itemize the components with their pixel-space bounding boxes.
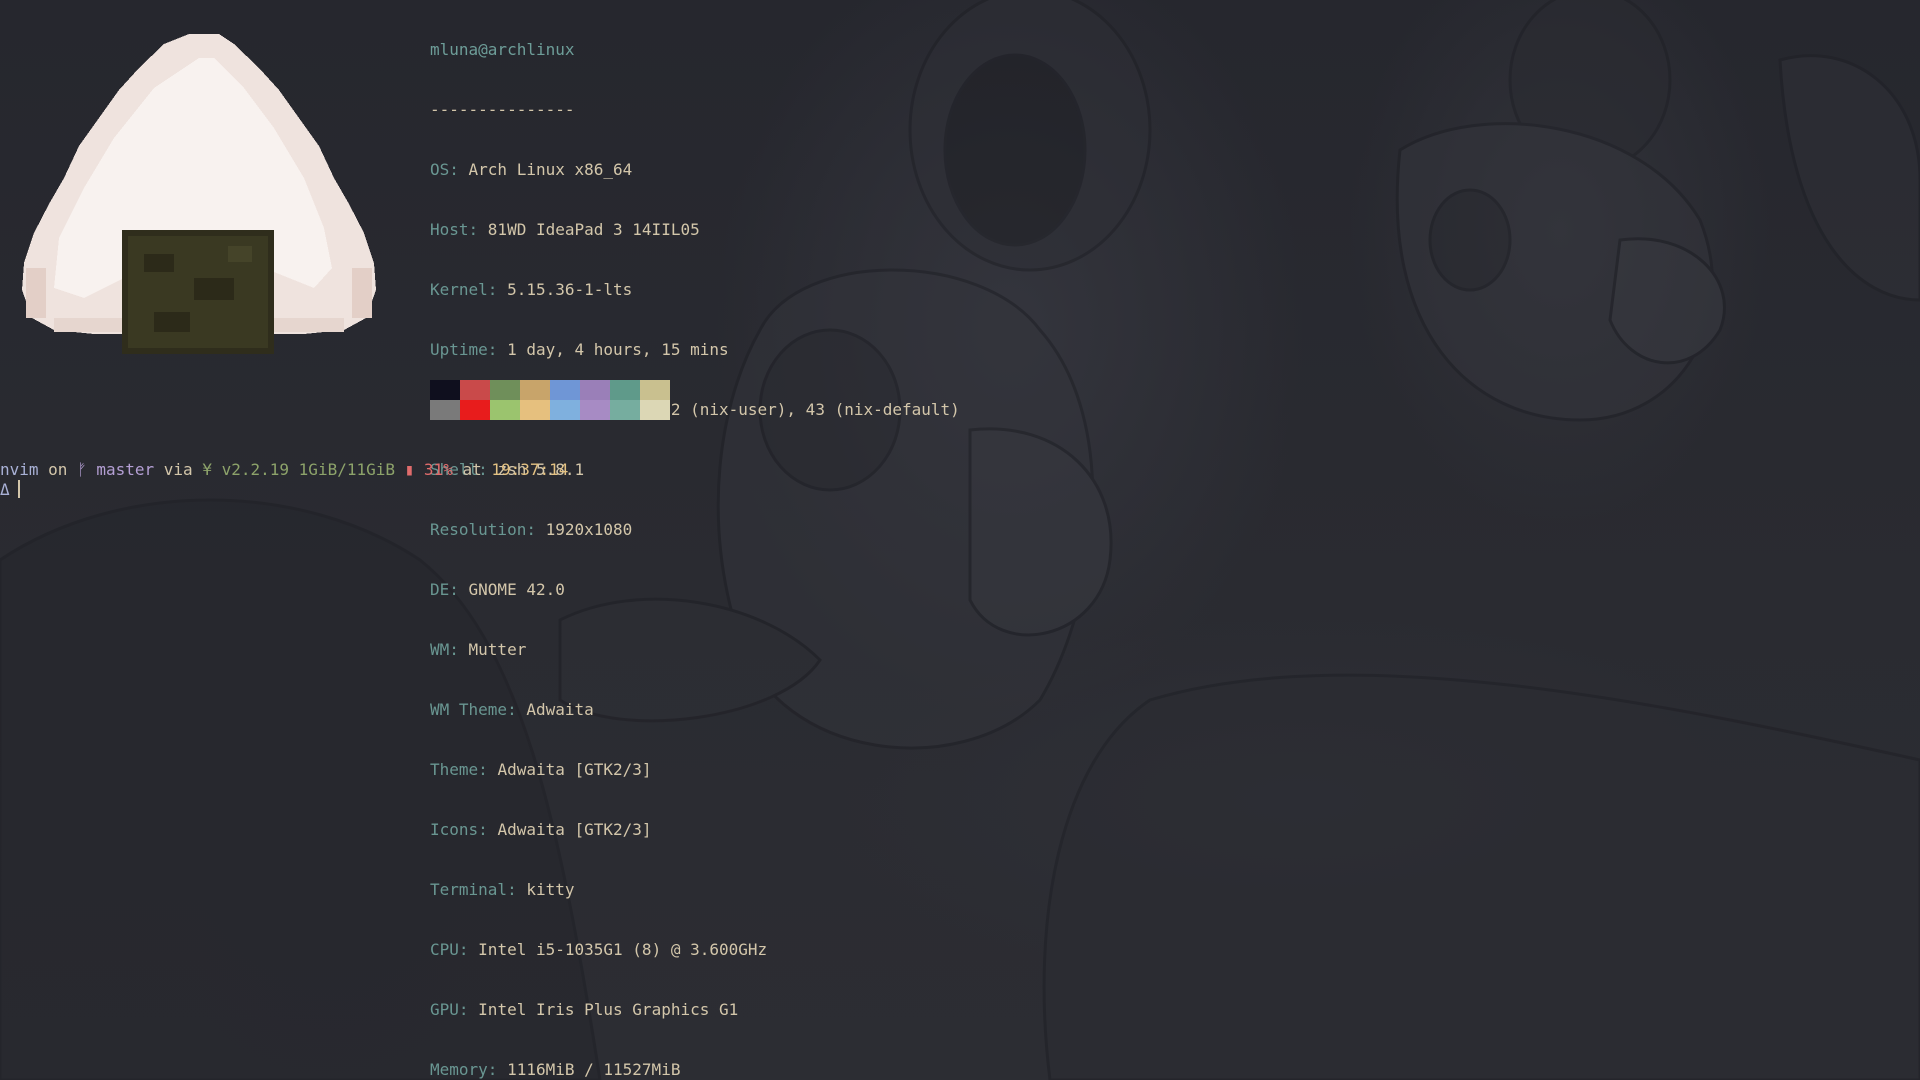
palette-swatch	[550, 380, 580, 400]
info-row-kernel: Kernel: 5.15.36-1-lts	[430, 280, 633, 299]
palette-row-normal	[430, 380, 670, 400]
prompt-time: 19:37:14	[491, 460, 569, 479]
info-row-de: DE: GNOME 42.0	[430, 580, 565, 599]
info-key: DE	[430, 580, 450, 599]
palette-swatch	[610, 400, 640, 420]
prompt-battery: 31%	[423, 460, 453, 479]
info-key: Terminal	[430, 880, 508, 899]
info-row-gpu: GPU: Intel Iris Plus Graphics G1	[430, 1000, 739, 1019]
battery-icon: ▮	[404, 460, 415, 479]
info-key: Kernel	[430, 280, 488, 299]
palette-swatch	[520, 400, 550, 420]
info-value: 5.15.36-1-lts	[507, 280, 633, 299]
info-key: Icons	[430, 820, 479, 839]
info-value: 81WD IdeaPad 3 14IIL05	[487, 220, 700, 239]
palette-swatch	[640, 400, 670, 420]
palette-swatch	[460, 380, 490, 400]
info-value: kitty	[526, 880, 575, 899]
info-key: WM	[430, 640, 450, 659]
info-key: OS	[430, 160, 450, 179]
info-row-theme: Theme: Adwaita [GTK2/3]	[430, 760, 652, 779]
info-value: 1920x1080	[545, 520, 633, 539]
palette-swatch	[490, 380, 520, 400]
palette-swatch	[430, 400, 460, 420]
info-row-memory: Memory: 1116MiB / 11527MiB	[430, 1060, 681, 1079]
desktop: mluna@archlinux --------------- OS: Arch…	[0, 0, 1920, 1080]
palette-swatch	[550, 400, 580, 420]
prompt-branch: master	[96, 460, 155, 479]
info-row-os: OS: Arch Linux x86_64	[430, 160, 633, 179]
info-value: GNOME 42.0	[468, 580, 565, 599]
info-key: Host	[430, 220, 469, 239]
info-row-uptime: Uptime: 1 day, 4 hours, 15 mins	[430, 340, 729, 359]
info-row-wm: WM: Mutter	[430, 640, 527, 659]
info-value: Mutter	[468, 640, 527, 659]
palette-swatch	[460, 400, 490, 420]
runtime-icon: ¥	[202, 460, 212, 479]
git-branch-icon: ᚠ	[77, 460, 87, 479]
info-row-icons: Icons: Adwaita [GTK2/3]	[430, 820, 652, 839]
palette-swatch	[490, 400, 520, 420]
neofetch-info: mluna@archlinux --------------- OS: Arch…	[430, 0, 960, 1080]
palette-swatch	[610, 380, 640, 400]
prompt-runtime-version: v2.2.19	[221, 460, 290, 479]
palette-swatch	[640, 380, 670, 400]
info-key: Resolution	[430, 520, 527, 539]
info-value: Intel i5-1035G1 (8) @ 3.600GHz	[478, 940, 768, 959]
info-key: CPU	[430, 940, 459, 959]
info-row-cpu: CPU: Intel i5-1035G1 (8) @ 3.600GHz	[430, 940, 768, 959]
prompt-at: at	[462, 460, 482, 479]
prompt-directory: nvim	[0, 460, 39, 479]
command-input-line[interactable]: Δ	[0, 480, 20, 500]
info-row-wm-theme: WM Theme: Adwaita	[430, 700, 594, 719]
info-value: Adwaita [GTK2/3]	[497, 820, 652, 839]
info-value: Adwaita	[526, 700, 594, 719]
prompt-memory: 1GiB/11GiB	[298, 460, 395, 479]
palette-swatch	[580, 380, 610, 400]
onigiri-pixel-icon	[22, 34, 376, 354]
text-cursor	[17, 480, 20, 498]
palette-swatch	[520, 380, 550, 400]
info-key: WM Theme	[430, 700, 508, 719]
separator-line: ---------------	[430, 100, 575, 119]
info-value: Intel Iris Plus Graphics G1	[478, 1000, 739, 1019]
info-row-terminal: Terminal: kitty	[430, 880, 575, 899]
palette-swatch	[580, 400, 610, 420]
prompt-symbol: Δ	[0, 480, 10, 499]
prompt-via: via	[163, 460, 193, 479]
info-key: Memory	[430, 1060, 488, 1079]
palette-row-bright	[430, 400, 670, 420]
info-row-resolution: Resolution: 1920x1080	[430, 520, 633, 539]
prompt-on: on	[48, 460, 68, 479]
terminal-window[interactable]: mluna@archlinux --------------- OS: Arch…	[0, 0, 1920, 1080]
info-value: 1 day, 4 hours, 15 mins	[507, 340, 729, 359]
info-row-host: Host: 81WD IdeaPad 3 14IIL05	[430, 220, 700, 239]
info-value: Arch Linux x86_64	[468, 160, 633, 179]
color-palette	[430, 380, 670, 420]
info-key: Theme	[430, 760, 479, 779]
user-host: mluna@archlinux	[430, 40, 575, 59]
shell-prompt: nvim on ᚠ master via ¥ v2.2.19 1GiB/11Gi…	[0, 460, 568, 480]
info-key: GPU	[430, 1000, 459, 1019]
palette-swatch	[430, 380, 460, 400]
info-value: 1116MiB / 11527MiB	[507, 1060, 681, 1079]
info-key: Uptime	[430, 340, 488, 359]
info-value: Adwaita [GTK2/3]	[497, 760, 652, 779]
